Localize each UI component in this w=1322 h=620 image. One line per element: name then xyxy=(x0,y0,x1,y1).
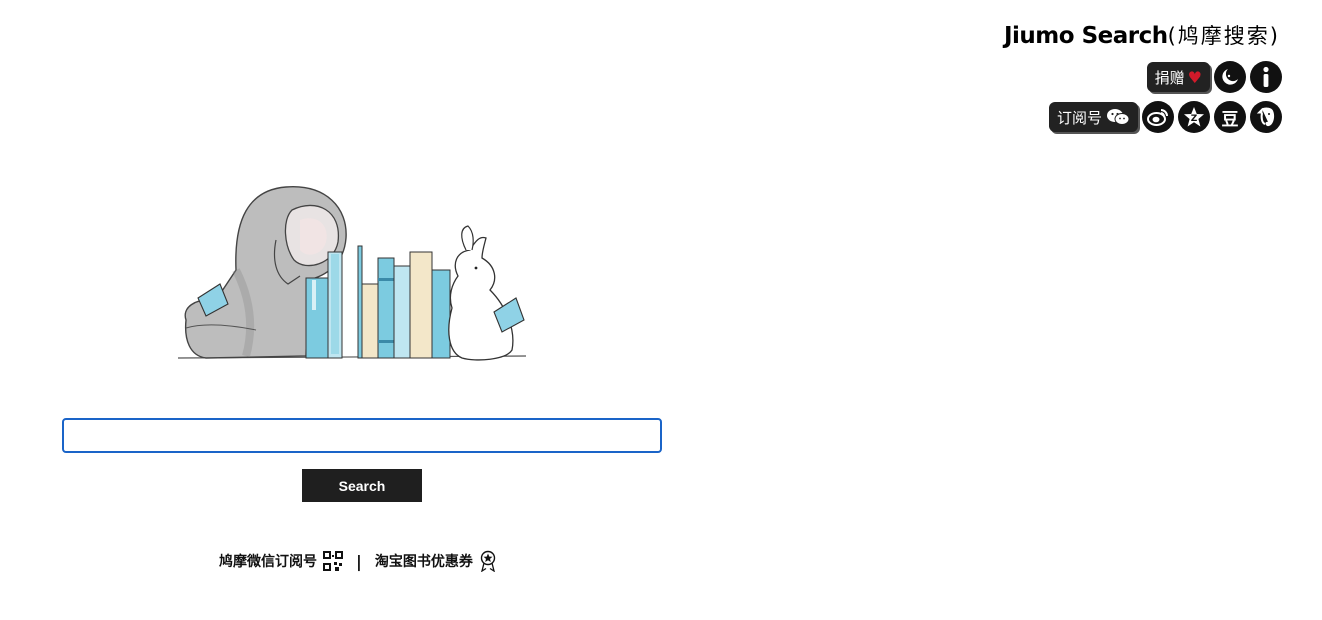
footer-links: 鸠摩微信订阅号 | 淘宝图书优惠券 xyxy=(219,550,497,572)
donate-label: 捐赠 xyxy=(1154,68,1185,87)
info-button[interactable] xyxy=(1250,61,1282,93)
taobao-coupon-label: 淘宝图书优惠券 xyxy=(374,554,473,570)
header-icons-row-1: 捐赠 ♥ xyxy=(1146,61,1282,93)
footer-separator: | xyxy=(356,551,362,571)
star-icon: Z xyxy=(1184,107,1204,127)
search-button[interactable]: Search xyxy=(302,469,422,502)
books-illustration xyxy=(305,245,451,359)
hero-illustration xyxy=(177,186,527,361)
wechat-icon xyxy=(1107,109,1130,125)
moon-icon xyxy=(1222,69,1238,85)
weibo-button[interactable] xyxy=(1142,101,1174,133)
evernote-button[interactable] xyxy=(1250,101,1282,133)
svg-text:Z: Z xyxy=(1191,114,1198,124)
wechat-subscription-label: 鸠摩微信订阅号 xyxy=(219,554,317,570)
search-input[interactable] xyxy=(62,418,662,453)
site-title-en: Jiumo Search xyxy=(1003,23,1168,49)
site-title-cn: (鸠摩搜索) xyxy=(1167,24,1280,48)
douban-button[interactable]: 豆 xyxy=(1214,101,1246,133)
rabbit-illustration xyxy=(448,225,525,361)
donate-button[interactable]: 捐赠 ♥ xyxy=(1146,62,1210,92)
subscribe-label: 订阅号 xyxy=(1056,108,1102,127)
douban-icon: 豆 xyxy=(1221,109,1239,130)
coupon-icon xyxy=(480,550,496,572)
heart-icon: ♥ xyxy=(1187,67,1202,87)
weibo-icon xyxy=(1147,109,1168,126)
subscribe-button[interactable]: 订阅号 xyxy=(1048,102,1138,132)
zhihu-button[interactable]: Z xyxy=(1178,101,1210,133)
header-icons-row-2: 订阅号 Z 豆 xyxy=(1048,101,1282,133)
site-title: Jiumo Search(鸠摩搜索) xyxy=(1004,20,1280,50)
elephant-icon xyxy=(1256,107,1275,127)
taobao-coupon-link[interactable]: 淘宝图书优惠券 xyxy=(375,550,497,572)
info-icon xyxy=(1263,66,1269,87)
night-mode-button[interactable] xyxy=(1214,61,1246,93)
wechat-subscription-link[interactable]: 鸠摩微信订阅号 xyxy=(219,551,343,571)
qrcode-icon xyxy=(323,551,343,571)
